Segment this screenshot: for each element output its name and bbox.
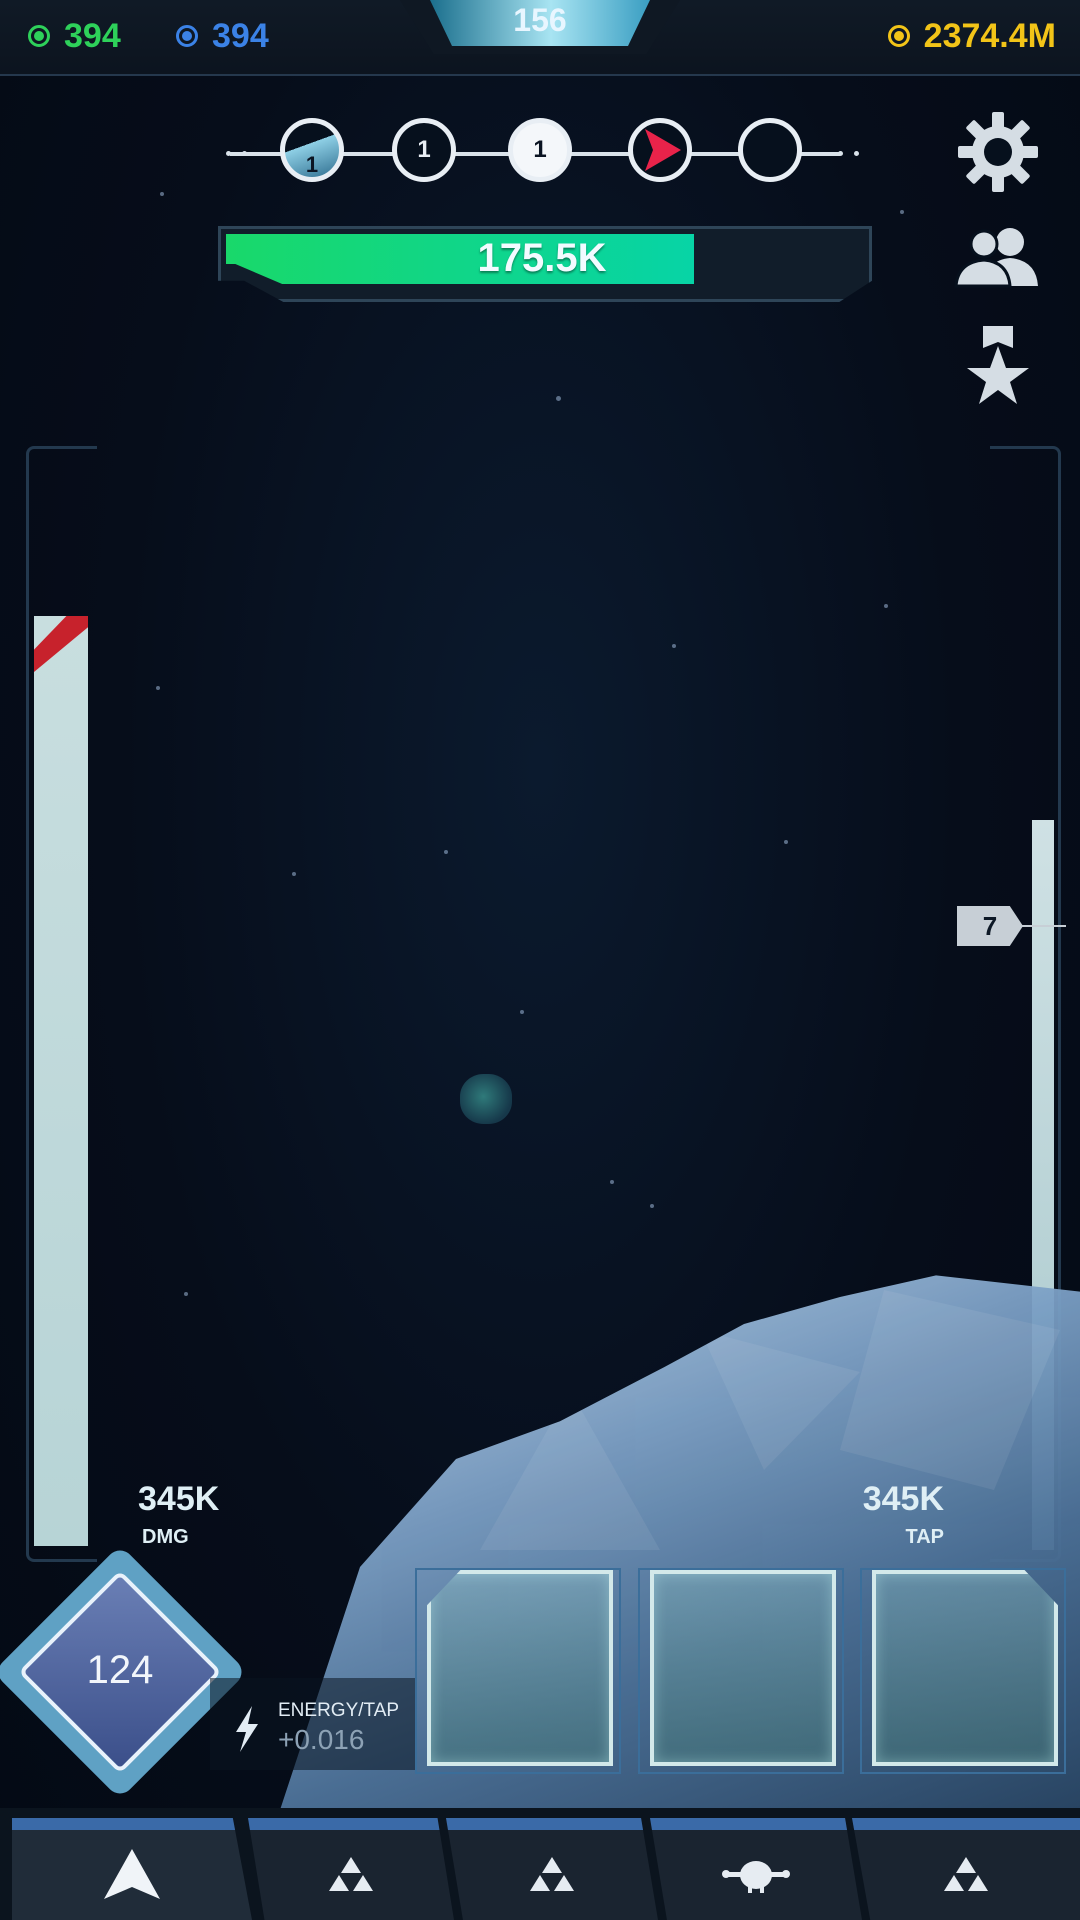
right-gauge-marker: 7	[957, 906, 1023, 946]
blue-currency: 394	[176, 14, 269, 58]
asteroid-enemy[interactable]	[460, 1074, 512, 1124]
gear-icon	[958, 112, 1038, 192]
energy-label: ENERGY/TAP	[278, 1700, 400, 1721]
item-slot-1[interactable]	[415, 1568, 621, 1774]
green-currency: 394	[28, 14, 121, 58]
item-slot-frame	[427, 1570, 613, 1766]
right-gauge-marker-line	[1022, 925, 1066, 927]
flag-icon	[645, 129, 681, 171]
achievement-icon	[967, 326, 1029, 404]
level-number: 156	[513, 2, 567, 38]
stage-node-current: 1	[508, 118, 572, 182]
team-icon	[954, 228, 1038, 288]
player-level: 124	[86, 1648, 154, 1692]
blue-gem-icon	[176, 25, 198, 47]
nav-tab-upgrades-3[interactable]	[852, 1818, 1080, 1920]
upgrade-icon	[944, 1857, 988, 1891]
upgrade-icon	[329, 1857, 373, 1891]
nav-tab-ship[interactable]	[12, 1818, 252, 1920]
gold-currency: 2374.4M	[887, 14, 1056, 58]
nav-tab-upgrades-2[interactable]	[446, 1818, 658, 1920]
item-slot-3[interactable]	[860, 1568, 1066, 1774]
stage-node-empty	[738, 118, 802, 182]
tap-label: TAP	[905, 1526, 944, 1548]
coin-icon	[887, 25, 910, 47]
stage-label: 1	[305, 152, 319, 177]
item-slot-frame	[872, 1570, 1058, 1766]
achievements-button[interactable]	[950, 316, 1046, 412]
dmg-label: DMG	[142, 1526, 189, 1548]
item-slot-frame	[650, 1570, 836, 1766]
dmg-value: 345K	[138, 1480, 220, 1518]
gold-currency-value: 2374.4M	[923, 16, 1056, 55]
stage-track-dot	[854, 151, 859, 156]
planet-icon	[722, 1861, 790, 1893]
nav-tab-upgrades-1[interactable]	[248, 1818, 454, 1920]
nav-tab-planet[interactable]	[650, 1818, 862, 1920]
left-gauge	[34, 616, 88, 1546]
team-button[interactable]	[950, 208, 1046, 304]
tap-value: 345K	[862, 1480, 944, 1518]
energy-value: +0.016	[278, 1724, 365, 1755]
blue-currency-value: 394	[212, 16, 269, 55]
ship-icon	[104, 1849, 160, 1899]
stage-label: 1	[533, 136, 547, 163]
stage-node-flag	[628, 118, 692, 182]
lightning-icon	[236, 1706, 258, 1752]
stage-node: 1	[392, 118, 456, 182]
stage-label: 1	[417, 136, 431, 163]
stage-node-boss: 1	[280, 118, 344, 182]
upgrade-icon	[530, 1857, 574, 1891]
enemy-hp-value: 175.5K	[477, 236, 607, 280]
item-slot-2[interactable]	[638, 1568, 844, 1774]
green-gem-icon	[28, 25, 50, 47]
green-currency-value: 394	[64, 16, 121, 55]
settings-button[interactable]	[950, 104, 1046, 200]
